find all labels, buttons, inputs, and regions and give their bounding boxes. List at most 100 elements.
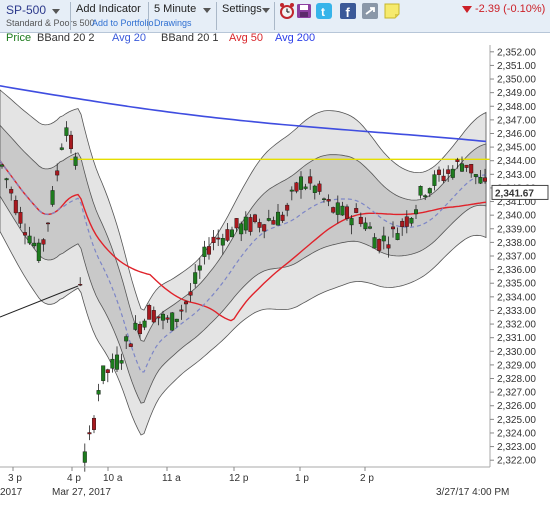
candle[interactable] — [280, 214, 285, 221]
symbol-dropdown[interactable]: SP-500 — [6, 3, 46, 17]
legend-item-bband-20-1[interactable]: BBand 20 1 — [161, 32, 219, 44]
candle[interactable] — [64, 127, 69, 136]
candle[interactable] — [340, 205, 345, 216]
candle[interactable] — [289, 189, 294, 192]
candle[interactable] — [386, 244, 391, 249]
candle[interactable] — [418, 186, 423, 196]
candle[interactable] — [294, 182, 299, 192]
candle[interactable] — [188, 291, 193, 296]
interval-dropdown-arrow-icon[interactable] — [203, 8, 211, 13]
candle[interactable] — [349, 218, 354, 226]
candle[interactable] — [464, 164, 469, 168]
candle[interactable] — [220, 238, 225, 246]
candle[interactable] — [483, 177, 488, 182]
candle[interactable] — [229, 229, 234, 238]
candle[interactable] — [372, 237, 377, 249]
candle[interactable] — [78, 284, 83, 286]
candle[interactable] — [391, 226, 396, 230]
candle[interactable] — [59, 147, 64, 150]
candle[interactable] — [358, 216, 363, 225]
candle[interactable] — [137, 323, 142, 335]
settings-button[interactable]: Settings — [222, 3, 262, 15]
candle[interactable] — [331, 207, 336, 213]
candle[interactable] — [170, 312, 175, 331]
candle[interactable] — [114, 354, 119, 370]
save-icon[interactable] — [296, 3, 312, 19]
legend-item-avg-20[interactable]: Avg 20 — [112, 32, 146, 44]
candle[interactable] — [368, 226, 373, 229]
legend-item-avg-200[interactable]: Avg 200 — [275, 32, 315, 44]
candle[interactable] — [317, 183, 322, 192]
legend-item-avg-50[interactable]: Avg 50 — [229, 32, 263, 44]
candle[interactable] — [147, 305, 152, 320]
interval-dropdown[interactable]: 5 Minute — [154, 3, 196, 15]
candle[interactable] — [276, 211, 281, 226]
drawings-button[interactable]: Drawings — [154, 18, 192, 28]
candle[interactable] — [179, 309, 184, 312]
candle[interactable] — [197, 265, 202, 271]
price-chart[interactable]: 2,352.00 2,351.00 2,350.00 2,349.00 2,348.00… — [0, 45, 550, 500]
candle[interactable] — [478, 177, 483, 184]
candle[interactable] — [345, 206, 350, 219]
candle[interactable] — [460, 163, 465, 172]
candle[interactable] — [128, 343, 133, 347]
candle[interactable] — [216, 237, 221, 240]
candle[interactable] — [423, 195, 428, 198]
candle[interactable] — [303, 186, 308, 189]
candle[interactable] — [450, 168, 455, 178]
candle[interactable] — [266, 218, 271, 221]
candle[interactable] — [432, 174, 437, 186]
candle[interactable] — [404, 216, 409, 227]
candle[interactable] — [322, 198, 327, 200]
candle[interactable] — [400, 220, 405, 228]
candle[interactable] — [446, 169, 451, 174]
facebook-icon[interactable]: f — [340, 3, 356, 19]
candle[interactable] — [225, 229, 230, 241]
candle[interactable] — [473, 174, 478, 177]
candle[interactable] — [101, 365, 106, 381]
candle[interactable] — [354, 208, 359, 213]
candle[interactable] — [73, 156, 78, 166]
candle[interactable] — [68, 134, 73, 150]
candle[interactable] — [36, 242, 41, 261]
candle[interactable] — [160, 313, 165, 321]
candle[interactable] — [0, 164, 4, 167]
candle[interactable] — [363, 222, 368, 230]
candle[interactable] — [119, 360, 124, 364]
candle[interactable] — [377, 238, 382, 251]
add-indicator-button[interactable]: Add Indicator — [76, 3, 141, 15]
candle[interactable] — [4, 178, 9, 181]
candle[interactable] — [202, 246, 207, 257]
candle[interactable] — [248, 217, 253, 232]
candle[interactable] — [469, 164, 474, 174]
share-icon[interactable] — [362, 3, 378, 19]
chart-canvas[interactable]: 2,352.00 2,351.00 2,350.00 2,349.00 2,348.00… — [0, 45, 550, 500]
candle[interactable] — [165, 317, 170, 320]
candle[interactable] — [96, 390, 101, 395]
candle[interactable] — [234, 218, 239, 229]
candle[interactable] — [193, 272, 198, 284]
candle[interactable] — [308, 176, 313, 184]
candle[interactable] — [18, 212, 23, 224]
candle[interactable] — [151, 310, 156, 323]
candle[interactable] — [285, 204, 290, 211]
candle[interactable] — [243, 216, 248, 231]
settings-dropdown-arrow-icon[interactable] — [262, 8, 270, 13]
candle[interactable] — [110, 358, 115, 369]
candle[interactable] — [183, 301, 188, 305]
candle[interactable] — [174, 318, 179, 322]
note-icon[interactable] — [384, 3, 400, 19]
candle[interactable] — [32, 242, 37, 247]
candle[interactable] — [27, 235, 32, 244]
candle[interactable] — [312, 185, 317, 193]
legend-item-bband-20-2[interactable]: BBand 20 2 — [37, 32, 95, 44]
candle[interactable] — [262, 224, 267, 232]
candle[interactable] — [409, 217, 414, 224]
candle[interactable] — [41, 239, 46, 245]
twitter-icon[interactable]: t — [316, 3, 332, 19]
candle[interactable] — [133, 322, 138, 330]
candle[interactable] — [87, 432, 92, 435]
candle[interactable] — [326, 199, 331, 202]
candle[interactable] — [437, 169, 442, 175]
candle[interactable] — [299, 176, 304, 190]
